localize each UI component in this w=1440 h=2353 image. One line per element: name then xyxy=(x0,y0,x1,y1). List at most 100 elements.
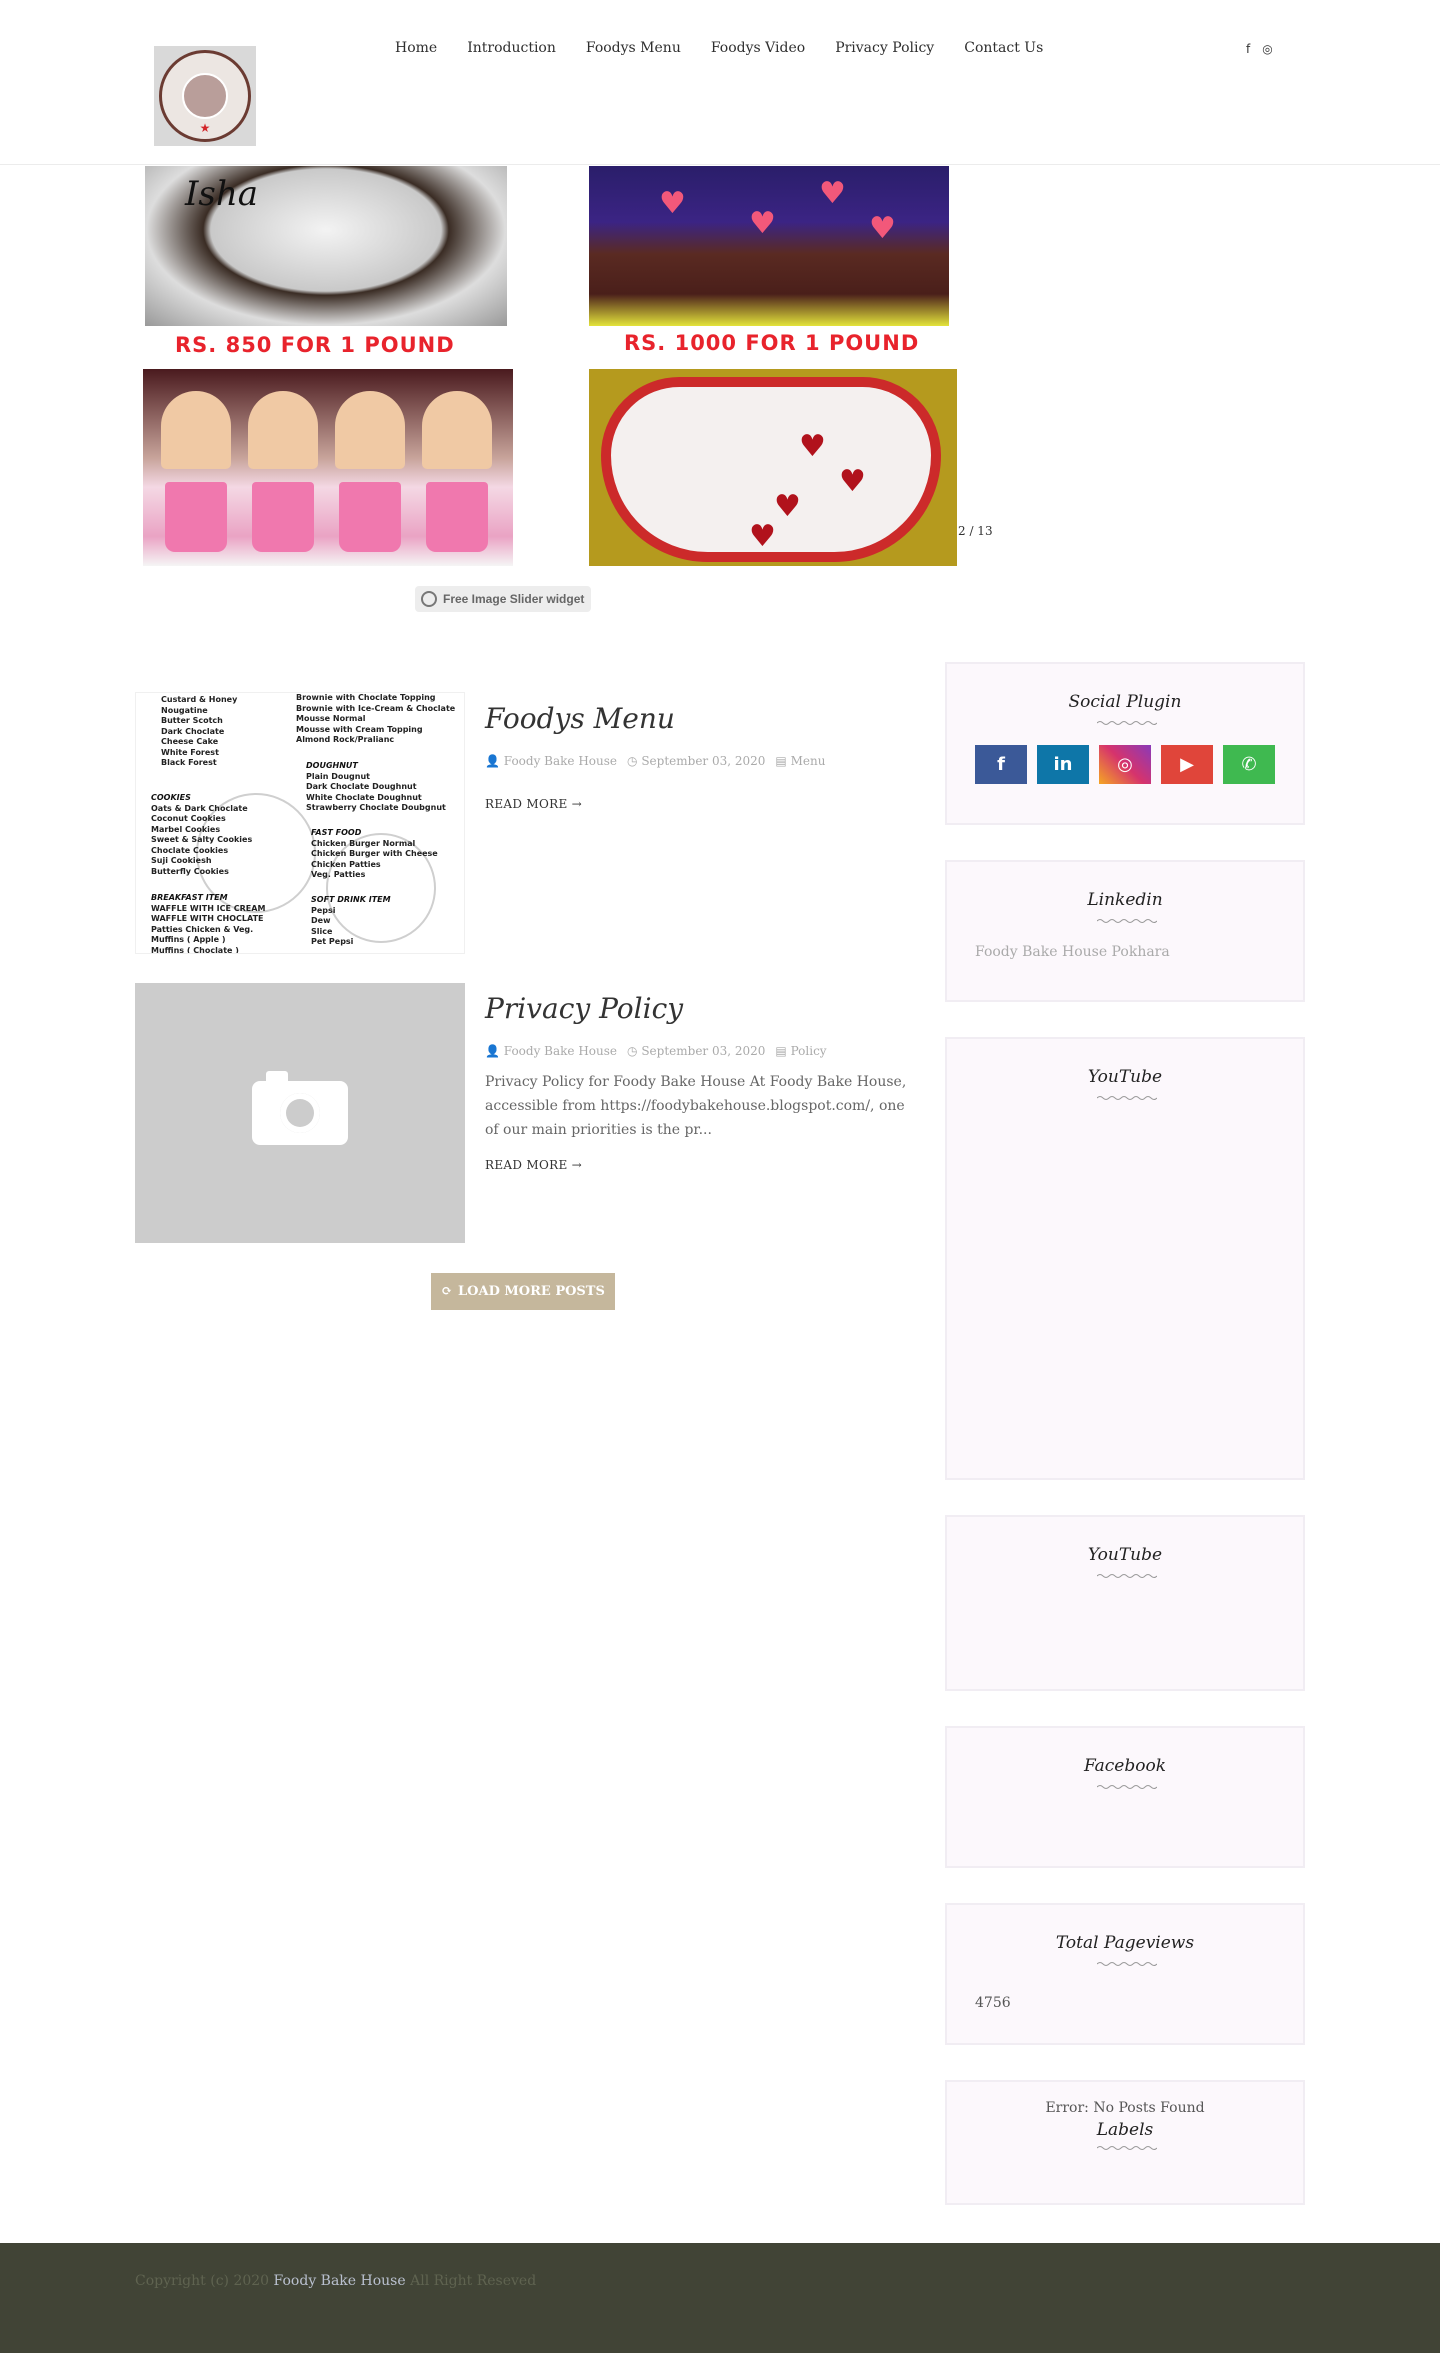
cupcake xyxy=(252,482,314,552)
cupcake xyxy=(339,482,401,552)
title-underline xyxy=(1097,1785,1157,1789)
post-author[interactable]: 👤 Foody Bake House xyxy=(485,754,617,768)
widget-labels: Error: No Posts Found Labels xyxy=(945,2080,1305,2205)
slide-image-anniversary-cake: ♥ ♥ ♥ ♥ xyxy=(589,369,957,566)
instagram-icon[interactable]: ◎ xyxy=(1262,42,1272,56)
post-author[interactable]: 👤 Foody Bake House xyxy=(485,1044,617,1058)
youtube-button[interactable]: ▶ xyxy=(1161,745,1213,784)
label-icon: ▤ xyxy=(775,754,787,768)
price-label: RS. 1000 FOR 1 POUND xyxy=(624,331,920,355)
whatsapp-button[interactable]: ✆ xyxy=(1223,745,1275,784)
cupcake-topper xyxy=(422,391,492,469)
post-label[interactable]: ▤ Policy xyxy=(775,1044,826,1058)
post-snippet: Privacy Policy for Foody Bake House At F… xyxy=(485,1074,907,1138)
menu-column-cakes: Custard & Honey Nougatine Butter Scotch Dar… xyxy=(161,695,238,767)
post-label[interactable]: ▤ Menu xyxy=(775,754,825,768)
heart-icon: ♥ xyxy=(749,519,776,554)
labels-error-message: Error: No Posts Found xyxy=(1045,2100,1205,2116)
widget-facebook: Facebook xyxy=(945,1726,1305,1868)
nav-introduction[interactable]: Introduction xyxy=(467,40,556,56)
title-underline xyxy=(1097,1096,1157,1100)
clock-icon: ◷ xyxy=(627,754,638,768)
instagram-icon: ◎ xyxy=(1117,754,1133,775)
nav-privacy-policy[interactable]: Privacy Policy xyxy=(835,40,934,56)
star-icon: ★ xyxy=(199,121,211,135)
slide-image-cupcakes xyxy=(143,369,513,566)
youtube-icon: ▶ xyxy=(1180,754,1194,775)
logo-badge: ★ xyxy=(159,50,251,142)
widget-title: Facebook xyxy=(1083,1756,1166,1776)
widget-title: Linkedin xyxy=(1087,890,1163,910)
user-icon: 👤 xyxy=(485,754,500,768)
read-more-link[interactable]: READ MORE → xyxy=(485,797,582,811)
nav-home[interactable]: Home xyxy=(395,40,437,56)
read-more-link[interactable]: READ MORE → xyxy=(485,1158,582,1172)
heart-icon: ♥ xyxy=(749,206,776,241)
refresh-icon: ⟳ xyxy=(441,1284,453,1299)
slide-image-heart-cake: ♥ ♥ ♥ ♥ xyxy=(589,166,949,326)
menu-column-cookies: COOKIES Oats & Dark Choclate Coconut Cook… xyxy=(151,793,253,876)
site-logo[interactable]: ★ xyxy=(154,46,256,146)
post-title[interactable]: Foodys Menu xyxy=(485,702,675,735)
widget-linkedin: Linkedin Foody Bake House Pokhara xyxy=(945,860,1305,1002)
widget-title: Social Plugin xyxy=(1068,692,1182,712)
user-icon: 👤 xyxy=(485,1044,500,1058)
heart-icon: ♥ xyxy=(659,186,686,221)
post-date: ◷ September 03, 2020 xyxy=(627,754,766,768)
widget-total-pageviews: Total Pageviews 4756 xyxy=(945,1903,1305,2045)
nav-foodys-menu[interactable]: Foodys Menu xyxy=(586,40,681,56)
title-underline xyxy=(1097,919,1157,923)
widget-title: Total Pageviews xyxy=(1055,1933,1195,1953)
load-more-button[interactable]: ⟳ LOAD MORE POSTS xyxy=(431,1273,615,1310)
slide-image-oreo-cake: Isha xyxy=(145,166,507,326)
linkedin-icon: in xyxy=(1053,754,1073,775)
header-social: f ◎ xyxy=(1246,42,1273,56)
post-meta: 👤 Foody Bake House ◷ September 03, 2020 … xyxy=(485,1044,827,1058)
slider-widget-link[interactable]: Free Image Slider widget xyxy=(415,586,591,612)
post-title[interactable]: Privacy Policy xyxy=(485,992,683,1025)
heart-icon: ♥ xyxy=(819,176,846,211)
cupcake xyxy=(426,482,488,552)
pageview-count: 4756 xyxy=(975,1995,1011,2011)
heart-icon: ♥ xyxy=(869,211,896,246)
post-thumbnail-placeholder[interactable] xyxy=(135,983,465,1243)
widget-title: Labels xyxy=(1096,2120,1154,2140)
menu-column-breakfast: BREAKFAST ITEM WAFFLE WITH ICE CREAM WAFF… xyxy=(151,893,266,954)
facebook-icon[interactable]: f xyxy=(1246,42,1250,56)
nav-foodys-video[interactable]: Foodys Video xyxy=(711,40,805,56)
linkedin-link[interactable]: Foody Bake House Pokhara xyxy=(975,944,1170,960)
logo-emblem xyxy=(182,73,228,119)
menu-column-softdrink: SOFT DRINK ITEM Pepsi Dew Slice Pet Pepsi xyxy=(311,895,391,946)
image-slider[interactable]: Isha ♥ ♥ ♥ ♥ RS. 850 FOR 1 POUND RS. 100… xyxy=(135,150,995,612)
widget-social-plugin: Social Plugin f in ◎ ▶ ✆ xyxy=(945,662,1305,825)
slider-icon xyxy=(421,591,437,607)
menu-column-doughnut: DOUGHNUT Plain Dougnut Dark Choclate Doug… xyxy=(306,761,446,812)
clock-icon: ◷ xyxy=(627,1044,638,1058)
post-thumbnail-menu[interactable]: Custard & Honey Nougatine Butter Scotch Dar… xyxy=(135,692,465,954)
cupcake-topper xyxy=(161,391,231,469)
widget-youtube: YouTube xyxy=(945,1037,1305,1480)
menu-column-brownies: Brownie with Choclate Topping Brownie wit… xyxy=(296,693,456,744)
slide-counter: 2 / 13 xyxy=(958,524,993,538)
cupcake-topper xyxy=(335,391,405,469)
heart-icon: ♥ xyxy=(774,489,801,524)
slider-widget-label: Free Image Slider widget xyxy=(443,592,585,606)
cupcake xyxy=(165,482,227,552)
copyright-text: Copyright (c) 2020 Foody Bake House All … xyxy=(135,2273,537,2289)
heart-icon: ♥ xyxy=(799,429,826,464)
instagram-button[interactable]: ◎ xyxy=(1099,745,1151,784)
price-label: RS. 850 FOR 1 POUND xyxy=(175,333,455,357)
post-date: ◷ September 03, 2020 xyxy=(627,1044,766,1058)
footer-brand-link[interactable]: Foody Bake House xyxy=(274,2273,406,2289)
facebook-icon: f xyxy=(997,754,1005,775)
title-underline xyxy=(1097,1962,1157,1966)
widget-title: YouTube xyxy=(1087,1067,1163,1087)
heart-icon: ♥ xyxy=(839,464,866,499)
facebook-button[interactable]: f xyxy=(975,745,1027,784)
widget-youtube-2: YouTube xyxy=(945,1515,1305,1691)
post-meta: 👤 Foody Bake House ◷ September 03, 2020 … xyxy=(485,754,825,768)
camera-icon xyxy=(252,1071,348,1145)
title-underline xyxy=(1097,1574,1157,1578)
linkedin-button[interactable]: in xyxy=(1037,745,1089,784)
nav-contact-us[interactable]: Contact Us xyxy=(964,40,1043,56)
